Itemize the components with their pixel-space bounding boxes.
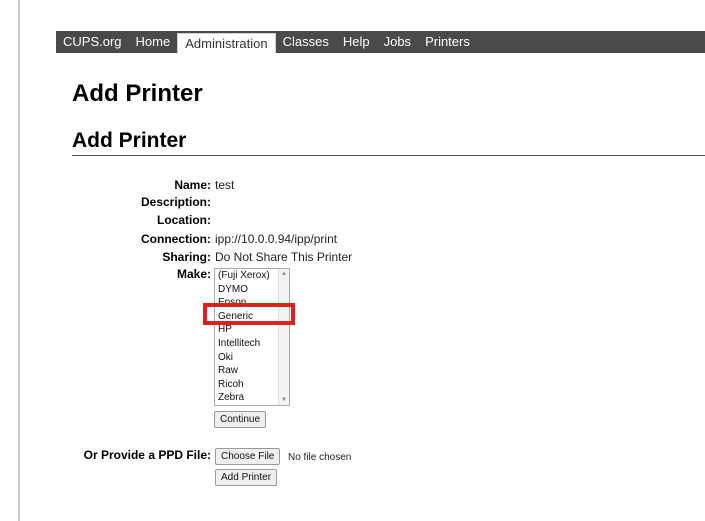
choose-file-button[interactable]: Choose File (215, 448, 281, 465)
listbox-scrollbar[interactable]: ▲ ▼ (278, 269, 289, 405)
location-label: Location: (157, 213, 211, 227)
nav-home[interactable]: Home (129, 31, 178, 53)
description-label: Description: (140, 195, 211, 209)
make-listbox[interactable]: (Fuji Xerox) DYMO Epson Generic HP Intel… (214, 268, 290, 406)
ppd-file-label: Or Provide a PPD File: (83, 448, 211, 462)
section-title: Add Printer (72, 129, 187, 152)
sharing-label: Sharing: (162, 250, 211, 264)
page-title: Add Printer (72, 80, 203, 107)
name-value: test (215, 178, 235, 192)
nav-classes[interactable]: Classes (276, 31, 336, 53)
name-label: Name: (174, 178, 211, 192)
connection-value: ipp://10.0.0.94/ipp/print (215, 232, 338, 246)
scroll-down-arrow-icon[interactable]: ▼ (279, 395, 289, 405)
add-printer-button[interactable]: Add Printer (215, 469, 278, 486)
nav-printers[interactable]: Printers (418, 31, 477, 53)
scroll-up-arrow-icon[interactable]: ▲ (279, 269, 289, 279)
cups-page: CUPS.org Home Administration Classes Hel… (0, 0, 705, 521)
nav-cups-org[interactable]: CUPS.org (56, 31, 129, 53)
file-status-text: No file chosen (288, 452, 352, 463)
nav-administration[interactable]: Administration (177, 32, 276, 54)
connection-label: Connection: (141, 232, 211, 246)
top-navbar: CUPS.org Home Administration Classes Hel… (56, 31, 705, 54)
nav-jobs[interactable]: Jobs (377, 31, 418, 53)
sharing-value: Do Not Share This Printer (215, 250, 353, 264)
nav-help[interactable]: Help (336, 31, 377, 53)
make-label: Make: (176, 267, 211, 281)
continue-button[interactable]: Continue (214, 411, 267, 428)
section-divider (72, 155, 705, 156)
